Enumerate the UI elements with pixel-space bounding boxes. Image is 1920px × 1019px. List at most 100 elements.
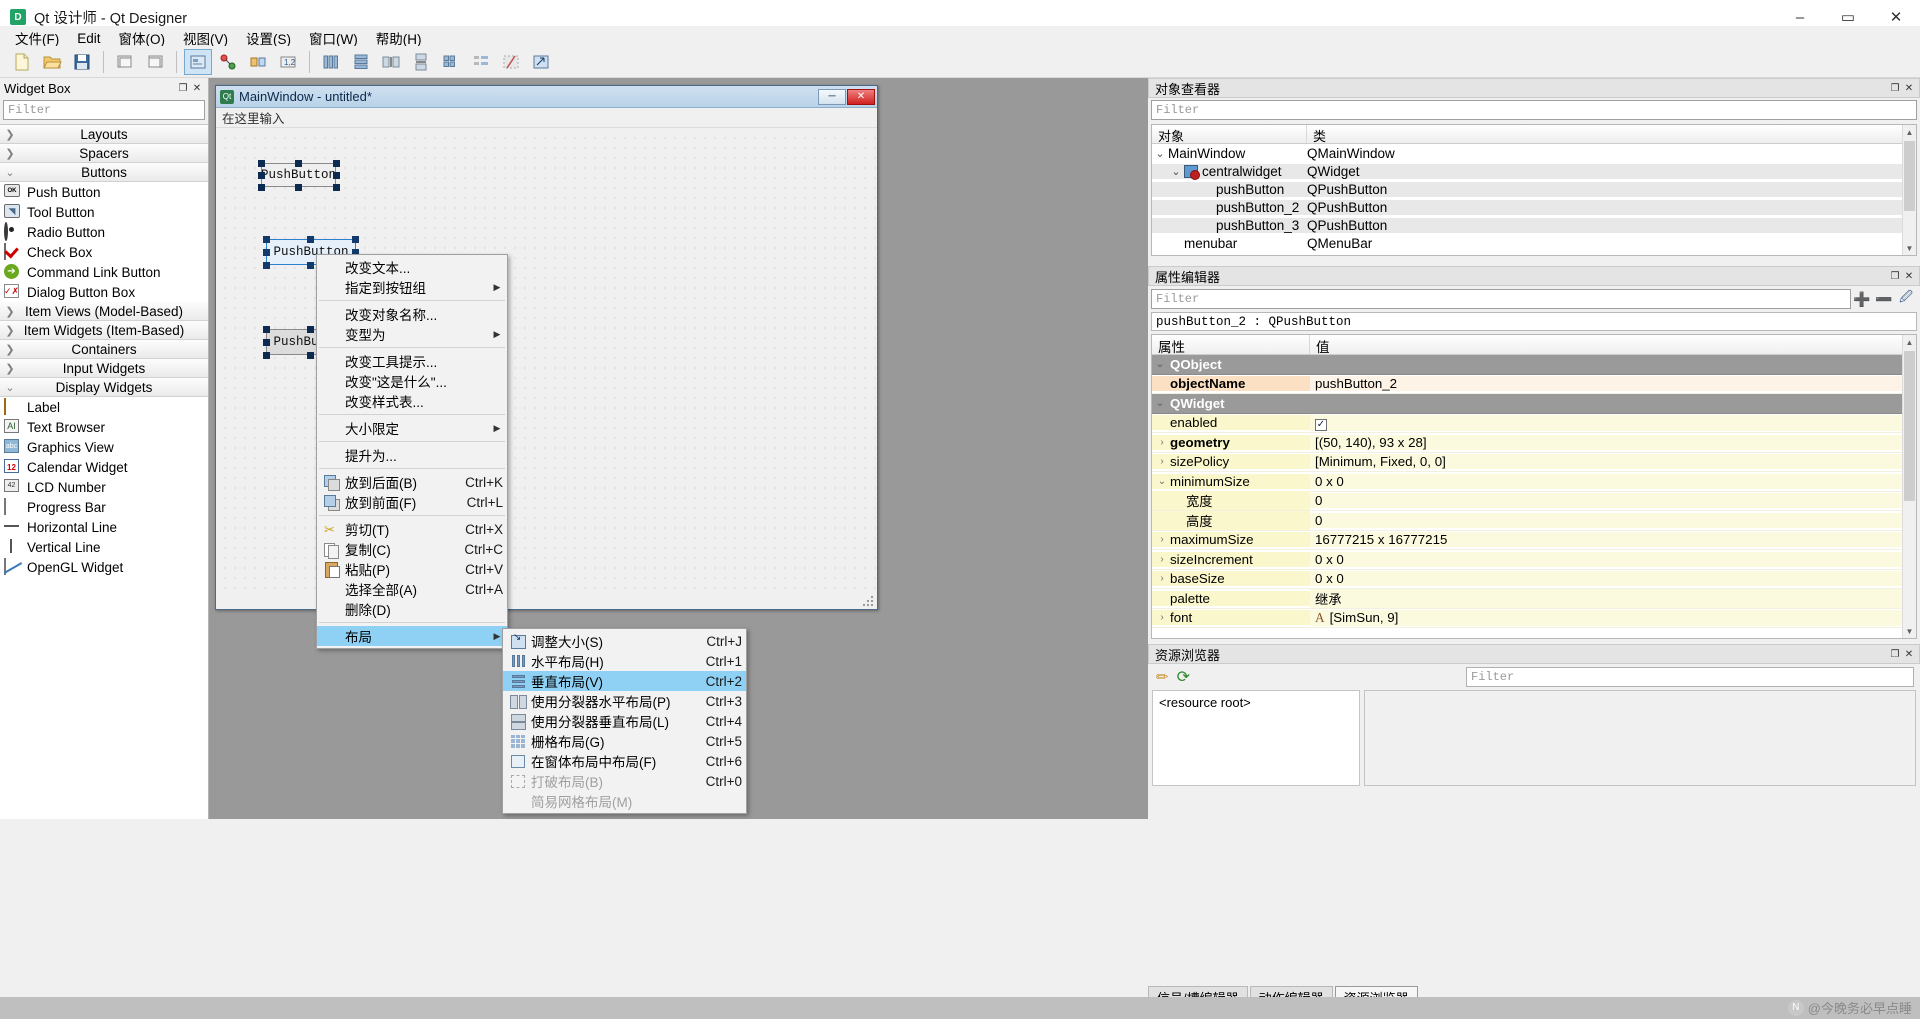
form-menu-bar[interactable]: 在这里输入 <box>216 108 877 128</box>
ctx-morph-into[interactable]: 变型为 ▶ <box>317 324 507 344</box>
ctx-change-text[interactable]: 改变文本... <box>317 257 507 277</box>
property-group-qwidget[interactable]: ⌄ QWidget <box>1152 394 1916 414</box>
float-icon[interactable]: ❐ <box>1888 269 1902 283</box>
widget-item-check-box[interactable]: Check Box <box>0 242 208 262</box>
layout-splitter-vertical-button[interactable] <box>407 49 435 75</box>
property-row-palette[interactable]: palette 继承 <box>1152 588 1916 609</box>
chevron-right-icon[interactable]: › <box>1154 456 1170 467</box>
layout-form-button[interactable] <box>467 49 495 75</box>
scroll-down-icon[interactable]: ▼ <box>1903 624 1916 638</box>
property-group-qobject[interactable]: ⌄ QObject <box>1152 355 1916 375</box>
chevron-down-icon[interactable]: ⌄ <box>1152 398 1168 409</box>
widget-item-progress-bar[interactable]: Progress Bar <box>0 497 208 517</box>
widget-item-tool-button[interactable]: ◥ Tool Button <box>0 202 208 222</box>
resize-handle[interactable] <box>263 249 270 256</box>
object-row-pushbutton[interactable]: pushButton QPushButton <box>1152 180 1916 198</box>
ctx-send-to-back[interactable]: 放到后面(B) Ctrl+K <box>317 472 507 492</box>
property-table[interactable]: 属性 值 ⌄ QObject objectName pushButton_2 ⌄… <box>1151 334 1917 639</box>
widget-item-graphics-view[interactable]: abc Graphics View <box>0 437 208 457</box>
object-row-centralwidget[interactable]: ⌄ centralwidget QWidget <box>1152 162 1916 180</box>
widget-item-label[interactable]: Label <box>0 397 208 417</box>
property-row-height[interactable]: 高度 0 <box>1152 510 1916 531</box>
layout-form[interactable]: 在窗体布局中布局(F) Ctrl+6 <box>503 751 746 771</box>
redo-button[interactable] <box>141 49 169 75</box>
widget-box-filter-input[interactable]: Filter <box>3 100 205 120</box>
widget-item-calendar-widget[interactable]: 12 Calendar Widget <box>0 457 208 477</box>
property-value[interactable]: [Minimum, Fixed, 0, 0] <box>1310 454 1916 470</box>
layout-simplify-grid[interactable]: 简易网格布局(M) <box>503 791 746 811</box>
adjust-size-button[interactable] <box>527 49 555 75</box>
layout-splitter-horizontal[interactable]: 使用分裂器水平布局(P) Ctrl+3 <box>503 691 746 711</box>
resize-handle[interactable] <box>333 172 340 179</box>
widget-item-lcd-number[interactable]: 42 LCD Number <box>0 477 208 497</box>
float-icon[interactable]: ❐ <box>1888 647 1902 661</box>
property-value[interactable]: A [SimSun, 9] <box>1310 609 1916 626</box>
property-value[interactable]: 0 <box>1310 493 1916 509</box>
resize-handle[interactable] <box>307 236 314 243</box>
widget-context-menu[interactable]: 改变文本... 指定到按钮组 ▶ 改变对象名称... 变型为 ▶ 改变工具提示.… <box>316 254 508 649</box>
resize-handle[interactable] <box>295 160 302 167</box>
chevron-right-icon[interactable]: › <box>1154 437 1170 448</box>
resource-preview-pane[interactable] <box>1364 690 1916 786</box>
ctx-change-tooltip[interactable]: 改变工具提示... <box>317 351 507 371</box>
ctx-change-stylesheet[interactable]: 改变样式表... <box>317 391 507 411</box>
property-row-enabled[interactable]: enabled ✓ <box>1152 414 1916 433</box>
ctx-paste[interactable]: 粘贴(P) Ctrl+V <box>317 559 507 579</box>
widget-group-spacers[interactable]: ❯ Spacers <box>0 144 208 163</box>
resource-filter-input[interactable]: Filter <box>1466 667 1914 687</box>
ctx-assign-to-button-group[interactable]: 指定到按钮组 ▶ <box>317 277 507 297</box>
layout-splitter-vertical[interactable]: 使用分裂器垂直布局(L) Ctrl+4 <box>503 711 746 731</box>
object-tree[interactable]: 对象 类 ⌄ MainWindow QMainWindow ⌄ centralw… <box>1151 124 1917 256</box>
resize-handle[interactable] <box>263 339 270 346</box>
layout-grid[interactable]: 栅格布局(G) Ctrl+5 <box>503 731 746 751</box>
resize-handle[interactable] <box>263 236 270 243</box>
close-icon[interactable]: ✕ <box>1902 647 1916 661</box>
ctx-layout[interactable]: 布局 ▶ <box>317 626 507 646</box>
resize-handle[interactable] <box>307 262 314 269</box>
scroll-up-icon[interactable]: ▲ <box>1903 335 1916 349</box>
chevron-down-icon[interactable]: ⌄ <box>1154 476 1170 487</box>
widget-item-dialog-button-box[interactable]: ✓✗ Dialog Button Box <box>0 282 208 302</box>
resize-handle[interactable] <box>263 352 270 359</box>
widget-item-command-link-button[interactable]: ➔ Command Link Button <box>0 262 208 282</box>
resize-handle[interactable] <box>307 326 314 333</box>
edit-buddies-button[interactable] <box>244 49 272 75</box>
object-row-pushbutton-2[interactable]: pushButton_2 QPushButton <box>1152 198 1916 216</box>
close-icon[interactable]: ✕ <box>1902 81 1916 95</box>
property-row-sizepolicy[interactable]: › sizePolicy [Minimum, Fixed, 0, 0] <box>1152 453 1916 472</box>
widget-group-buttons[interactable]: ⌄ Buttons <box>0 163 208 182</box>
edit-signals-slots-button[interactable] <box>214 49 242 75</box>
layout-submenu[interactable]: 调整大小(S) Ctrl+J 水平布局(H) Ctrl+1 垂直布局(V) Ct… <box>502 628 747 814</box>
widget-item-text-browser[interactable]: AI Text Browser <box>0 417 208 437</box>
float-icon[interactable]: ❐ <box>1888 81 1902 95</box>
add-property-icon[interactable]: ➕ <box>1851 291 1873 308</box>
float-icon[interactable]: ❐ <box>176 81 190 95</box>
scrollbar-thumb[interactable] <box>1904 351 1915 501</box>
resize-handle[interactable] <box>263 262 270 269</box>
resize-handle[interactable] <box>307 352 314 359</box>
widget-item-radio-button[interactable]: Radio Button <box>0 222 208 242</box>
ctx-change-whats-this[interactable]: 改变"这是什么"... <box>317 371 507 391</box>
widget-group-display-widgets[interactable]: ⌄ Display Widgets <box>0 378 208 397</box>
edit-resources-icon[interactable]: ✏ <box>1156 668 1169 686</box>
resize-handle[interactable] <box>263 326 270 333</box>
layout-splitter-horizontal-button[interactable] <box>377 49 405 75</box>
ctx-copy[interactable]: 复制(C) Ctrl+C <box>317 539 507 559</box>
scrollbar-thumb[interactable] <box>1904 141 1915 211</box>
property-row-width[interactable]: 宽度 0 <box>1152 491 1916 511</box>
close-icon[interactable]: ✕ <box>1902 269 1916 283</box>
widget-group-item-views[interactable]: ❯ Item Views (Model-Based) <box>0 302 208 321</box>
ctx-bring-to-front[interactable]: 放到前面(F) Ctrl+L <box>317 492 507 512</box>
edit-tab-order-button[interactable]: 1,2 <box>274 49 302 75</box>
object-tree-scrollbar[interactable]: ▲ ▼ <box>1902 125 1916 255</box>
resize-handle[interactable] <box>333 160 340 167</box>
property-row-geometry[interactable]: › geometry [(50, 140), 93 x 28] <box>1152 433 1916 453</box>
property-row-objectname[interactable]: objectName pushButton_2 <box>1152 375 1916 394</box>
configure-property-icon[interactable]: 🖉 <box>1895 288 1917 310</box>
layout-break[interactable]: 打破布局(B) Ctrl+0 <box>503 771 746 791</box>
resize-handle[interactable] <box>258 184 265 191</box>
object-row-pushbutton-3[interactable]: pushButton_3 QPushButton <box>1152 216 1916 234</box>
ctx-promote-to[interactable]: 提升为... <box>317 445 507 465</box>
resize-handle[interactable] <box>295 184 302 191</box>
layout-grid-button[interactable] <box>437 49 465 75</box>
